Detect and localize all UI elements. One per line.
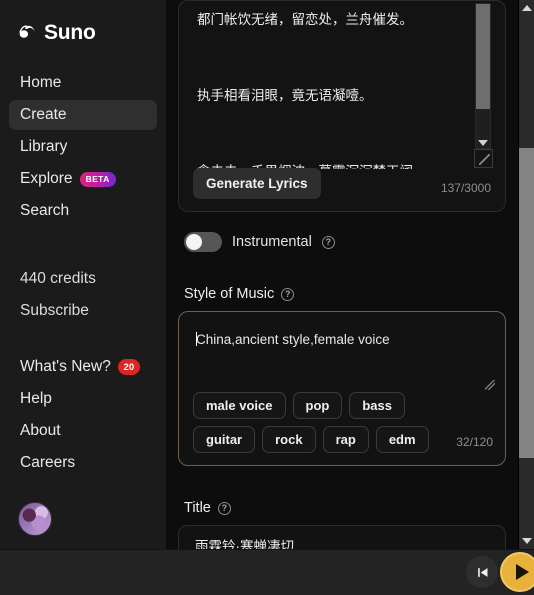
credits-row[interactable]: 440 credits xyxy=(9,264,157,294)
primary-nav: Home Create Library Explore BETA Search xyxy=(0,68,166,226)
avatar-container xyxy=(0,502,166,536)
suno-create-page: Suno Home Create Library Explore BETA Se… xyxy=(0,0,534,595)
sidebar-item-label: What's New? xyxy=(20,358,111,376)
scroll-up-button[interactable] xyxy=(519,0,534,16)
style-tag[interactable]: pop xyxy=(292,392,343,419)
sidebar-item-home[interactable]: Home xyxy=(9,68,157,98)
question-mark-icon[interactable]: ? xyxy=(281,287,295,301)
style-section-header: Style of Music ? xyxy=(184,286,512,302)
sidebar-item-label: Help xyxy=(20,390,52,408)
sidebar-item-about[interactable]: About xyxy=(9,416,157,446)
avatar[interactable] xyxy=(18,502,52,536)
subscribe-link[interactable]: Subscribe xyxy=(9,296,157,326)
lyrics-textarea[interactable]: 都门帐饮无绪，留恋处，兰舟催发。 执手相看泪眼，竟无语凝噎。 念去去，千里烟波，… xyxy=(179,1,505,169)
create-form-panel: 都门帐饮无绪，留恋处，兰舟催发。 执手相看泪眼，竟无语凝噎。 念去去，千里烟波，… xyxy=(166,0,518,549)
lyrics-resize-handle[interactable] xyxy=(474,149,493,168)
style-of-music-value: China,ancient style,female voice xyxy=(196,332,390,347)
sidebar-item-label: Home xyxy=(20,74,62,92)
skip-previous-button[interactable] xyxy=(466,556,498,588)
lyrics-scrollbar[interactable] xyxy=(475,3,491,149)
beta-badge: BETA xyxy=(79,171,116,187)
page-scrollbar-thumb[interactable] xyxy=(519,148,534,458)
sidebar-item-careers[interactable]: Careers xyxy=(9,448,157,478)
sidebar-item-label: Careers xyxy=(20,454,76,472)
title-section-label: Title xyxy=(184,500,211,516)
player-bar xyxy=(0,549,534,595)
sidebar-item-label: Explore xyxy=(20,170,73,188)
instrumental-label: Instrumental xyxy=(232,234,312,250)
style-of-music-card: China,ancient style,female voice male vo… xyxy=(178,311,506,466)
style-tag[interactable]: rock xyxy=(262,426,316,453)
style-tag[interactable]: guitar xyxy=(193,426,256,453)
style-section-label: Style of Music xyxy=(184,286,275,302)
style-tag[interactable]: edm xyxy=(375,426,429,453)
subscribe-label: Subscribe xyxy=(20,302,89,320)
account-nav: 440 credits Subscribe xyxy=(0,264,166,326)
generate-lyrics-button[interactable]: Generate Lyrics xyxy=(193,168,321,199)
brand-name: Suno xyxy=(44,20,96,44)
toggle-knob xyxy=(186,234,202,250)
footer-nav: What's New? 20 Help About Careers xyxy=(0,352,166,478)
sidebar-item-label: Library xyxy=(20,138,68,156)
lyrics-card: 都门帐饮无绪，留恋处，兰舟催发。 执手相看泪眼，竟无语凝噎。 念去去，千里烟波，… xyxy=(178,0,506,212)
chevron-down-icon[interactable] xyxy=(478,140,488,146)
scroll-down-button[interactable] xyxy=(519,533,534,549)
sidebar-item-help[interactable]: Help xyxy=(9,384,157,414)
instrumental-row: Instrumental ? xyxy=(184,232,512,252)
style-tag[interactable]: male voice xyxy=(193,392,286,419)
instrumental-toggle[interactable] xyxy=(184,232,222,252)
suno-wave-note-icon xyxy=(19,25,35,38)
whats-new-count-badge: 20 xyxy=(117,359,140,375)
skip-previous-icon xyxy=(477,567,487,577)
lyrics-char-count: 137/3000 xyxy=(440,181,491,195)
style-char-count: 32/120 xyxy=(456,435,493,449)
page-scrollbar[interactable] xyxy=(518,0,534,549)
play-button[interactable] xyxy=(500,552,534,592)
sidebar: Suno Home Create Library Explore BETA Se… xyxy=(0,0,166,549)
sidebar-item-label: About xyxy=(20,422,61,440)
question-mark-icon[interactable]: ? xyxy=(217,501,231,515)
question-mark-icon[interactable]: ? xyxy=(321,235,335,249)
sidebar-item-create[interactable]: Create xyxy=(9,100,157,130)
style-tag[interactable]: rap xyxy=(322,426,369,453)
chevron-down-icon xyxy=(522,538,532,544)
sidebar-item-library[interactable]: Library xyxy=(9,132,157,162)
sidebar-item-search[interactable]: Search xyxy=(9,196,157,226)
title-input[interactable]: 雨霖铃·寒蝉凄切 xyxy=(178,525,506,549)
chevron-up-icon xyxy=(522,5,532,11)
sidebar-item-label: Create xyxy=(20,106,67,124)
style-resize-handle[interactable] xyxy=(485,380,495,390)
style-of-music-input[interactable]: China,ancient style,female voice xyxy=(179,312,505,347)
sidebar-item-whats-new[interactable]: What's New? 20 xyxy=(9,352,157,382)
credits-label: 440 credits xyxy=(20,270,96,288)
title-section-header: Title ? xyxy=(184,500,512,516)
sidebar-item-explore[interactable]: Explore BETA xyxy=(9,164,157,194)
play-icon xyxy=(515,564,529,580)
style-tag[interactable]: bass xyxy=(349,392,405,419)
sidebar-item-label: Search xyxy=(20,202,70,220)
lyrics-scrollbar-thumb[interactable] xyxy=(476,4,490,109)
style-tag-list: male voice pop bass guitar rock rap edm xyxy=(193,392,463,453)
app-logo[interactable]: Suno xyxy=(0,0,166,46)
